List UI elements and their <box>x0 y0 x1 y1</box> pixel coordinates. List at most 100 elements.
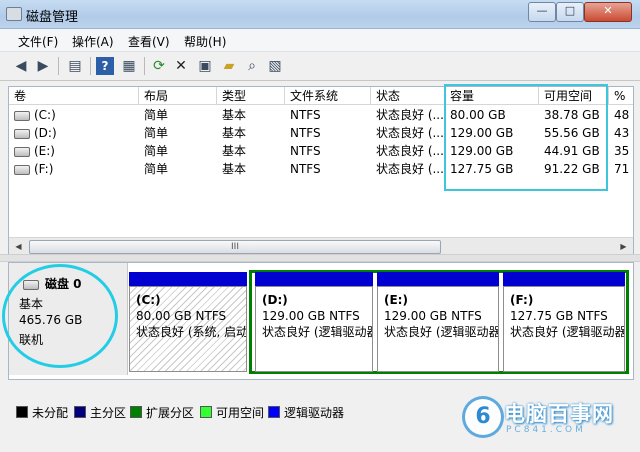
refresh-icon[interactable]: ⟳ <box>150 57 168 75</box>
title-bar[interactable]: 磁盘管理 — □ ✕ <box>0 0 640 29</box>
logical-drive-bar <box>255 272 373 286</box>
partition-status: 状态良好 (逻辑驱动器 <box>384 325 499 339</box>
legend-extended-partition: 扩展分区 <box>130 404 194 421</box>
legend-swatch <box>268 406 280 418</box>
cell-status: 状态良好 (... <box>376 108 444 122</box>
open-icon[interactable]: ▰ <box>220 57 238 75</box>
capacity-highlight-box <box>444 84 608 191</box>
volume-name: (C:) <box>34 108 56 122</box>
legend-swatch <box>16 406 28 418</box>
cell-volume: (D:) <box>9 124 139 142</box>
partition-status: 状态良好 (系统, 启动 <box>136 325 247 339</box>
cell-percent-free: 35 <box>614 144 630 158</box>
menu-view[interactable]: 查看(V) <box>128 33 170 50</box>
column-header-filesystem[interactable]: 文件系统 <box>285 87 371 105</box>
pane-splitter[interactable] <box>0 254 640 262</box>
legend-label: 可用空间 <box>216 406 265 420</box>
partition-name: (F:) <box>510 293 534 307</box>
site-watermark: 6 电脑百事网 PC841.COM <box>462 394 638 446</box>
partition-name: (E:) <box>384 293 408 307</box>
volume-name: (F:) <box>34 162 54 176</box>
legend-label: 主分区 <box>90 406 127 420</box>
logical-drive-bar <box>503 272 625 286</box>
back-arrow-icon[interactable]: ◀ <box>12 57 30 75</box>
cell-type: 基本 <box>222 108 247 122</box>
primary-partition-bar <box>129 272 247 286</box>
drive-icon <box>14 110 30 121</box>
delete-icon[interactable]: ✕ <box>172 57 190 75</box>
logical-drive-bar <box>377 272 499 286</box>
cell-filesystem: NTFS <box>290 144 321 158</box>
partition-c[interactable]: (C:) 80.00 GB NTFS 状态良好 (系统, 启动 <box>129 272 247 372</box>
cell-status: 状态良好 (... <box>376 144 444 158</box>
window-title: 磁盘管理 <box>26 10 79 25</box>
console-tree-icon[interactable]: ▤ <box>66 57 84 75</box>
legend-swatch <box>130 406 142 418</box>
menu-action[interactable]: 操作(A) <box>72 33 114 50</box>
search-icon[interactable]: ⌕ <box>243 57 261 75</box>
legend-primary-partition: 主分区 <box>74 404 126 421</box>
partition-name: (D:) <box>262 293 288 307</box>
partition-d[interactable]: (D:) 129.00 GB NTFS 状态良好 (逻辑驱动器 <box>255 272 373 372</box>
cell-percent-free: 71 <box>614 162 630 176</box>
column-header-layout[interactable]: 布局 <box>139 87 217 105</box>
disk-management-app-icon <box>6 7 22 21</box>
scroll-right-arrow-icon[interactable]: ▶ <box>616 239 631 254</box>
partition-size: 129.00 GB NTFS <box>262 309 360 323</box>
volume-name: (E:) <box>34 144 55 158</box>
cell-type: 基本 <box>222 126 247 140</box>
settings-icon[interactable]: ▧ <box>266 57 284 75</box>
partition-status: 状态良好 (逻辑驱动器 <box>262 325 373 339</box>
partition-name: (C:) <box>136 293 161 307</box>
legend-unallocated: 未分配 <box>16 404 68 421</box>
minimize-button[interactable]: — <box>528 2 556 22</box>
toolbar: ◀ ▶ ▤ ? ▦ ⟳ ✕ ▣ ▰ ⌕ ▧ <box>0 52 640 81</box>
export-icon[interactable]: ▣ <box>196 57 214 75</box>
cell-type: 基本 <box>222 162 247 176</box>
column-header-type[interactable]: 类型 <box>217 87 285 105</box>
scrollbar-thumb[interactable]: III <box>29 240 441 254</box>
cell-type: 基本 <box>222 144 247 158</box>
partition-e[interactable]: (E:) 129.00 GB NTFS 状态良好 (逻辑驱动器 <box>377 272 499 372</box>
cell-volume: (E:) <box>9 142 139 160</box>
partition-f[interactable]: (F:) 127.75 GB NTFS 状态良好 (逻辑驱动器 <box>503 272 625 372</box>
cell-percent-free: 48 <box>614 108 630 122</box>
horizontal-scrollbar[interactable]: ◀ III ▶ <box>9 237 633 255</box>
partition-status: 状态良好 (逻辑驱动器 <box>510 325 625 339</box>
cell-status: 状态良好 (... <box>376 126 444 140</box>
drive-icon <box>14 128 30 139</box>
legend-swatch <box>74 406 86 418</box>
watermark-text: 电脑百事网 <box>504 402 614 426</box>
disk-highlight-circle <box>2 264 118 368</box>
column-header-status[interactable]: 状态 <box>371 87 445 105</box>
legend-label: 未分配 <box>32 406 69 420</box>
legend-label: 逻辑驱动器 <box>284 406 345 420</box>
cell-percent-free: 43 <box>614 126 630 140</box>
watermark-url: PC841.COM <box>506 425 586 435</box>
maximize-button[interactable]: □ <box>556 2 584 22</box>
properties-icon[interactable]: ▦ <box>120 57 138 75</box>
menu-bar: 文件(F) 操作(A) 查看(V) 帮助(H) <box>0 29 640 52</box>
cell-layout: 简单 <box>144 144 169 158</box>
site-logo-icon: 6 <box>462 396 504 438</box>
column-header-volume[interactable]: 卷 <box>9 87 139 105</box>
legend-logical-drive: 逻辑驱动器 <box>268 404 344 421</box>
forward-arrow-icon[interactable]: ▶ <box>34 57 52 75</box>
partition-size: 127.75 GB NTFS <box>510 309 608 323</box>
partition-size: 129.00 GB NTFS <box>384 309 482 323</box>
close-button[interactable]: ✕ <box>584 2 632 22</box>
cell-filesystem: NTFS <box>290 162 321 176</box>
volume-name: (D:) <box>34 126 57 140</box>
legend-label: 扩展分区 <box>146 406 195 420</box>
scroll-left-arrow-icon[interactable]: ◀ <box>11 239 26 254</box>
cell-volume: (F:) <box>9 160 139 178</box>
drive-icon <box>14 164 30 175</box>
column-header-percent-free[interactable]: % <box>609 87 633 105</box>
legend-free-space: 可用空间 <box>200 404 264 421</box>
cell-status: 状态良好 (... <box>376 162 444 176</box>
menu-help[interactable]: 帮助(H) <box>184 33 226 50</box>
help-icon[interactable]: ? <box>96 57 114 75</box>
menu-file[interactable]: 文件(F) <box>18 33 58 50</box>
cell-volume: (C:) <box>9 106 139 124</box>
partition-size: 80.00 GB NTFS <box>136 309 227 323</box>
